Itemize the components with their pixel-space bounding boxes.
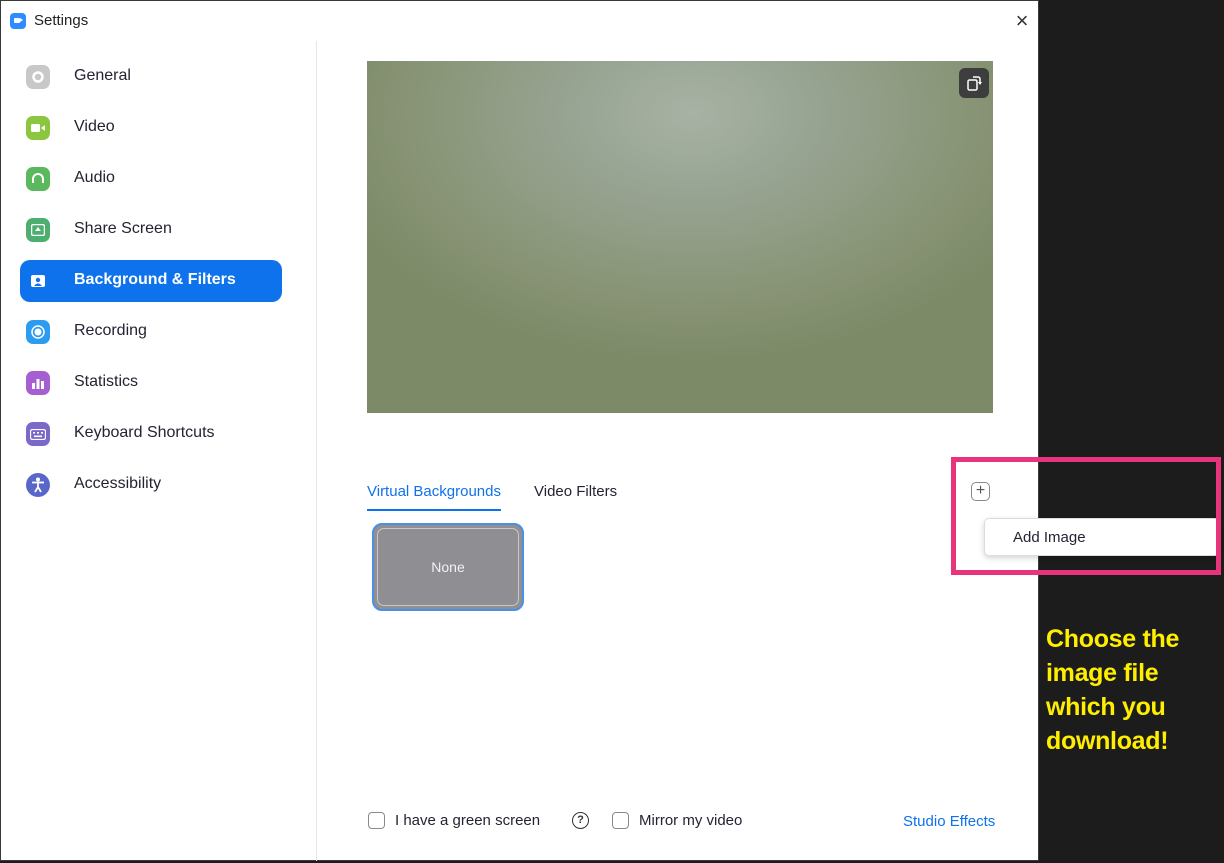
- sidebar-item-label: Recording: [74, 322, 147, 339]
- share-screen-icon: [26, 218, 50, 242]
- video-preview: [367, 61, 993, 413]
- sidebar-item-label: Background & Filters: [74, 271, 236, 288]
- sidebar-item-accessibility[interactable]: Accessibility: [20, 464, 282, 506]
- sidebar-item-keyboard-shortcuts[interactable]: Keyboard Shortcuts: [20, 413, 282, 455]
- plus-icon: +: [975, 482, 986, 499]
- close-button[interactable]: ×: [1011, 10, 1033, 32]
- sidebar-item-audio[interactable]: Audio: [20, 158, 282, 200]
- mirror-video-label: Mirror my video: [639, 812, 743, 829]
- accessibility-icon: [26, 473, 50, 497]
- add-image-menu: Add Image: [984, 518, 1220, 556]
- rotate-camera-button[interactable]: [959, 68, 989, 98]
- headphones-icon: [26, 167, 50, 191]
- video-camera-icon: [26, 116, 50, 140]
- window-title: Settings: [34, 12, 89, 29]
- zoom-app-icon: [10, 13, 26, 29]
- settings-window: Settings × General Video Audio Share Scr…: [0, 0, 1039, 861]
- sidebar-item-background-filters[interactable]: Background & Filters: [20, 260, 282, 302]
- sidebar: General Video Audio Share Screen Backgro…: [1, 41, 317, 861]
- sidebar-item-label: Audio: [74, 169, 115, 186]
- sidebar-item-statistics[interactable]: Statistics: [20, 362, 282, 404]
- keyboard-icon: [26, 422, 50, 446]
- sidebar-item-label: General: [74, 67, 131, 84]
- tab-virtual-backgrounds[interactable]: Virtual Backgrounds: [367, 483, 501, 511]
- checkbox[interactable]: [368, 812, 385, 829]
- record-icon: [26, 320, 50, 344]
- green-screen-checkbox[interactable]: I have a green screen: [368, 812, 540, 829]
- sidebar-item-label: Statistics: [74, 373, 139, 390]
- checkbox[interactable]: [612, 812, 629, 829]
- statistics-icon: [26, 371, 50, 395]
- sidebar-item-video[interactable]: Video: [20, 107, 282, 149]
- gear-icon: [26, 65, 50, 89]
- background-tile-label: None: [377, 528, 519, 606]
- sidebar-item-label: Video: [74, 118, 115, 135]
- title-bar: Settings ×: [1, 1, 1038, 41]
- green-screen-label: I have a green screen: [395, 812, 541, 829]
- sidebar-item-general[interactable]: General: [20, 56, 282, 98]
- menu-item-add-image[interactable]: Add Image: [1013, 529, 1086, 546]
- mirror-video-checkbox[interactable]: Mirror my video: [612, 812, 742, 829]
- rotate-icon: [967, 76, 982, 91]
- sidebar-item-label: Accessibility: [74, 475, 162, 492]
- annotation-text: Choose the image file which you download…: [1046, 625, 1180, 755]
- background-tile-none[interactable]: None: [372, 523, 524, 611]
- tab-video-filters[interactable]: Video Filters: [534, 483, 617, 509]
- sidebar-item-recording[interactable]: Recording: [20, 311, 282, 353]
- sidebar-item-label: Share Screen: [74, 220, 172, 237]
- help-icon[interactable]: ?: [572, 812, 589, 829]
- studio-effects-link[interactable]: Studio Effects: [903, 813, 995, 830]
- sidebar-item-share-screen[interactable]: Share Screen: [20, 209, 282, 251]
- background-icon: [26, 269, 50, 293]
- add-background-button[interactable]: +: [971, 482, 990, 501]
- sidebar-item-label: Keyboard Shortcuts: [74, 424, 215, 441]
